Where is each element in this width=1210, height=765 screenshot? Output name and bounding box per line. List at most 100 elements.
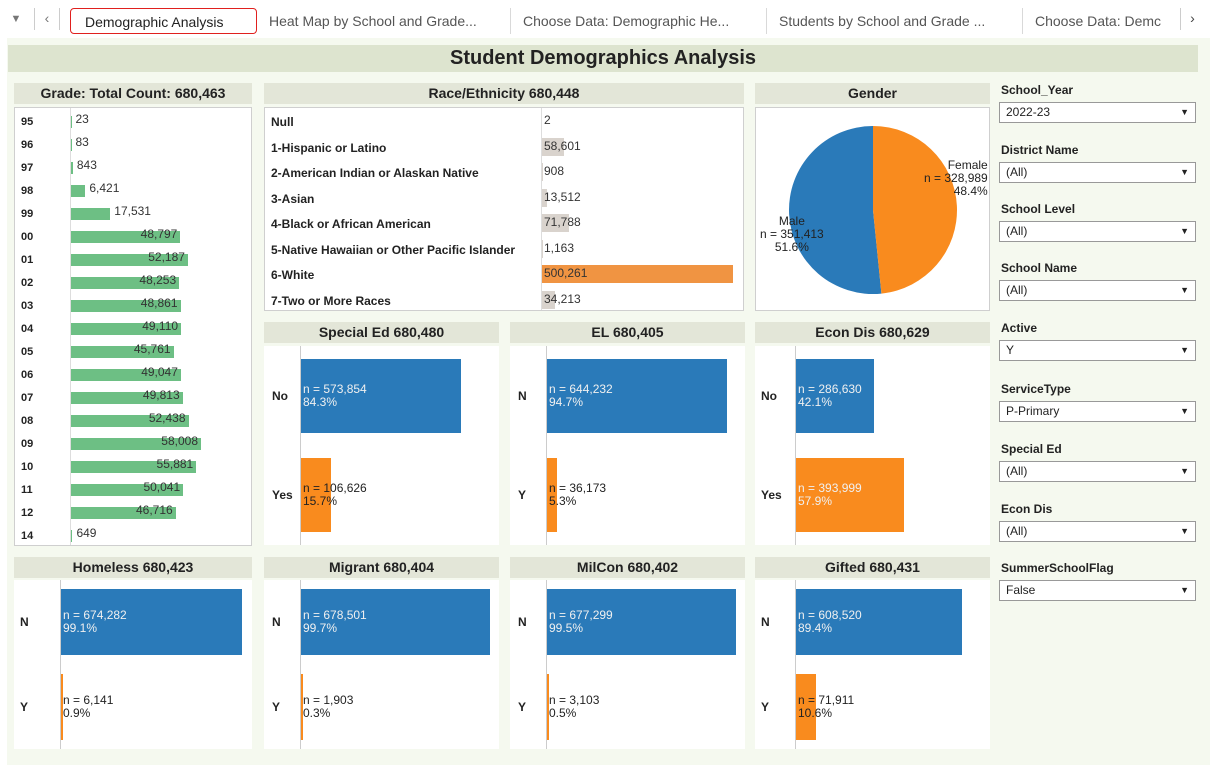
race-value-label: 908 xyxy=(544,164,565,178)
grade-value-label: 52,438 xyxy=(148,411,186,425)
milcon-bar-chart: Nn = 677,299 99.5% Yn = 3,103 0.5% xyxy=(510,580,745,749)
gifted-panel-title: Gifted 680,431 xyxy=(755,557,990,578)
special-ed-panel-title: Special Ed 680,480 xyxy=(264,322,499,343)
race-bar-chart: Null 2 1-Hispanic or Latino 58,601 2-America… xyxy=(264,107,744,311)
grade-row: 12 46,716 xyxy=(15,502,265,525)
grade-bar-chart: 95 23 96 83 97 843 98 6,421 99 17,531 00 48,797 01 52… xyxy=(14,107,252,546)
race-label: 7-Two or More Races xyxy=(271,293,391,308)
race-label: 6-White xyxy=(271,268,315,282)
race-value-label: 58,601 xyxy=(544,138,581,153)
male-pct: 51.6% xyxy=(774,240,809,254)
grade-label: 00 xyxy=(21,231,34,243)
el-pct: 94.7% xyxy=(549,394,584,409)
grade-row: 97 843 xyxy=(15,157,265,180)
triangle-down-icon[interactable]: ▼ xyxy=(1180,581,1189,600)
triangle-down-icon[interactable]: ▼ xyxy=(1180,341,1189,360)
triangle-down-icon[interactable]: ▼ xyxy=(1180,402,1189,421)
triangle-down-icon[interactable]: ▼ xyxy=(1180,462,1189,481)
grade-label: 09 xyxy=(21,438,34,450)
el-count: n = 644,232 xyxy=(549,381,613,396)
tab-choose-data-demc[interactable]: Choose Data: Demc xyxy=(1023,8,1173,34)
homeless-bar-label: n = 6,141 0.9% xyxy=(63,693,113,720)
milcon-panel-title: MilCon 680,402 xyxy=(510,557,745,578)
filter-select-district-name[interactable]: (All) ▼ xyxy=(999,162,1196,183)
migrant-row-label: N xyxy=(272,615,281,630)
filter-label-econ-dis: Econ Dis xyxy=(1001,502,1053,516)
triangle-down-icon[interactable]: ▼ xyxy=(1180,281,1189,300)
grade-label: 96 xyxy=(21,139,34,151)
triangle-down-icon[interactable]: ▼ xyxy=(8,8,24,30)
grade-row: 95 23 xyxy=(15,111,265,134)
race-value-label: 71,788 xyxy=(544,215,581,229)
race-row: 6-White 500,261 xyxy=(265,262,755,287)
grade-row: 96 83 xyxy=(15,134,265,157)
filter-select-servicetype[interactable]: P-Primary ▼ xyxy=(999,401,1196,422)
grade-label: 01 xyxy=(21,254,34,266)
chevron-left-icon[interactable]: ‹ xyxy=(34,8,60,30)
tab-students-by-school[interactable]: Students by School and Grade ... xyxy=(767,8,1023,34)
tab-heat-map[interactable]: Heat Map by School and Grade... xyxy=(257,8,511,34)
grade-row: 07 49,813 xyxy=(15,387,265,410)
grade-bar xyxy=(71,208,111,220)
migrant-count: n = 1,903 xyxy=(303,692,354,707)
race-value-label: 13,512 xyxy=(544,189,581,204)
filter-select-school-level[interactable]: (All) ▼ xyxy=(999,221,1196,242)
grade-value-label: 23 xyxy=(75,112,89,126)
grade-bar xyxy=(71,139,72,151)
grade-row: 02 48,253 xyxy=(15,272,265,295)
el-pct: 5.3% xyxy=(549,494,577,509)
tab-choose-data-demographic[interactable]: Choose Data: Demographic He... xyxy=(511,8,767,34)
triangle-down-icon[interactable]: ▼ xyxy=(1180,163,1189,182)
filter-select-econ-dis[interactable]: (All) ▼ xyxy=(999,521,1196,542)
special-ed-bar-chart: No n = 573,854 84.3% Yes n = 106,626 15.7% xyxy=(264,346,499,545)
migrant-pct: 99.7% xyxy=(303,621,338,636)
race-row: 2-American Indian or Alaskan Native 908 xyxy=(265,160,755,185)
grade-row: 08 52,438 xyxy=(15,410,265,433)
chevron-right-icon[interactable]: › xyxy=(1180,8,1204,30)
homeless-bar-chart: Nn = 674,282 99.1% Yn = 6,141 0.9% xyxy=(14,580,252,749)
grade-value-label: 48,861 xyxy=(140,296,178,310)
filter-selected-value: (All) xyxy=(1006,524,1028,538)
gender-panel-title: Gender xyxy=(755,83,990,104)
gifted-pct: 89.4% xyxy=(798,621,833,636)
filter-select-school-year[interactable]: 2022-23 ▼ xyxy=(999,102,1196,123)
grade-label: 07 xyxy=(21,392,34,404)
econ-dis-row-label: Yes xyxy=(761,488,782,503)
grade-row: 09 58,008 xyxy=(15,433,265,456)
filter-select-summerschoolflag[interactable]: False ▼ xyxy=(999,580,1196,601)
econ-dis-row-label: No xyxy=(761,388,777,403)
tab-bar: ▼ ‹ Demographic Analysis Heat Map by Sch… xyxy=(0,0,1210,38)
filter-selected-value: (All) xyxy=(1006,464,1028,478)
grade-bar xyxy=(71,530,73,542)
race-label: 3-Asian xyxy=(271,191,315,206)
milcon-row-label: N xyxy=(518,615,527,630)
filter-select-active[interactable]: Y ▼ xyxy=(999,340,1196,361)
migrant-bar-chart: Nn = 678,501 99.7% Yn = 1,903 0.3% xyxy=(264,580,499,749)
filter-select-special-ed[interactable]: (All) ▼ xyxy=(999,461,1196,482)
econ-dis-pct: 57.9% xyxy=(798,494,833,509)
pie-slice-female xyxy=(873,126,957,294)
triangle-down-icon[interactable]: ▼ xyxy=(1180,522,1189,541)
grade-value-label: 58,008 xyxy=(161,434,198,448)
milcon-count: n = 3,103 xyxy=(549,692,600,707)
homeless-pct: 99.1% xyxy=(63,621,98,636)
grade-row: 98 6,421 xyxy=(15,180,265,203)
grade-label: 02 xyxy=(21,277,34,289)
grade-value-label: 48,797 xyxy=(140,227,178,241)
migrant-pct: 0.3% xyxy=(303,705,331,720)
triangle-down-icon[interactable]: ▼ xyxy=(1180,222,1189,241)
tab-demographic-analysis[interactable]: Demographic Analysis xyxy=(70,8,257,34)
race-row: 7-Two or More Races 34,213 xyxy=(265,288,755,313)
filter-select-school-name[interactable]: (All) ▼ xyxy=(999,280,1196,301)
pie-label-male: Male n = 351,413 51.6% xyxy=(760,215,824,254)
grade-bar xyxy=(71,185,86,197)
grade-value-label: 45,761 xyxy=(133,342,171,356)
grade-value-label: 49,110 xyxy=(142,319,179,333)
filter-selected-value: P-Primary xyxy=(1006,404,1060,418)
grade-value-label: 46,716 xyxy=(135,503,173,517)
milcon-pct: 0.5% xyxy=(549,705,577,720)
dashboard-title: Student Demographics Analysis xyxy=(8,45,1198,72)
econ-dis-pct: 42.1% xyxy=(798,394,833,409)
triangle-down-icon[interactable]: ▼ xyxy=(1180,103,1189,122)
filter-label-active: Active xyxy=(1001,321,1038,335)
